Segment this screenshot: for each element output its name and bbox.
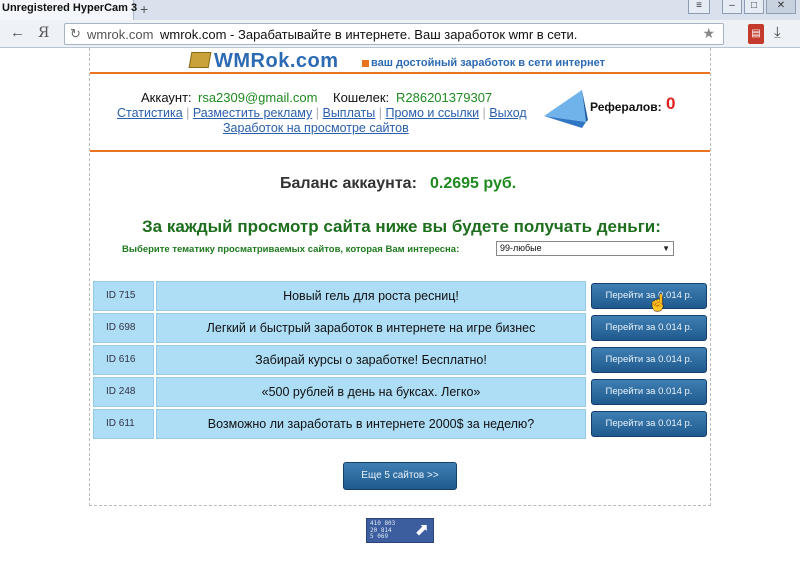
arrow-icon: ⬈ (414, 520, 429, 539)
theme-select[interactable]: 99-любые ▼ (496, 241, 674, 256)
site-row: ID 611 Возможно ли заработать в интернет… (93, 409, 707, 439)
site-title: Забирай курсы о заработке! Бесплатно! (156, 345, 586, 375)
account-links: Статистика | Разместить рекламу | Выплат… (117, 106, 527, 120)
browser-tab[interactable]: Unregistered HyperCam 3 (0, 0, 138, 20)
visit-button[interactable]: Перейти за 0.014 р. (591, 315, 707, 341)
back-arrow-icon[interactable]: ← (10, 24, 25, 41)
theme-label: Выберите тематику просматриваемых сайтов… (122, 244, 460, 255)
url-domain: wmrok.com (87, 27, 154, 42)
wallet-label: Кошелек: (333, 90, 390, 105)
link-logout[interactable]: Выход (489, 106, 526, 120)
download-icon[interactable]: ⤓ (774, 24, 781, 41)
referrals-label: Рефералов: (590, 100, 662, 114)
site-slogan: ваш достойный заработок в сети интернет (371, 57, 606, 69)
chevron-down-icon: ▼ (662, 244, 670, 253)
site-row: ID 248 «500 рублей в день на буксах. Лег… (93, 377, 707, 407)
site-title: «500 рублей в день на буксах. Легко» (156, 377, 586, 407)
hand-cursor-icon: ☝ (648, 295, 668, 312)
window-menu-button[interactable]: ≡ (688, 0, 710, 14)
wallet-value: R286201379307 (396, 90, 493, 105)
account-links-second: Заработок на просмотре сайтов (223, 121, 409, 135)
counter-values: 410 803 20 814 5 069 (370, 520, 395, 541)
wallet-logo-icon (188, 52, 212, 68)
visit-counter-badge[interactable]: 410 803 20 814 5 069 ⬈ (366, 518, 434, 543)
site-title: Легкий и быстрый заработок в интернете н… (156, 313, 586, 343)
site-id: ID 616 (93, 345, 154, 375)
link-promo[interactable]: Промо и ссылки (385, 106, 479, 120)
visit-button[interactable]: Перейти за 0.014 р. (591, 411, 707, 437)
close-icon[interactable]: ✕ (766, 0, 796, 14)
site-row: ID 698 Легкий и быстрый заработок в инте… (93, 313, 707, 343)
address-bar[interactable]: ↻ wmrok.com wmrok.com - Зарабатывайте в … (64, 23, 724, 45)
bookmark-star-icon[interactable]: ★ (702, 25, 715, 42)
site-id: ID 248 (93, 377, 154, 407)
new-tab-button[interactable]: + (140, 1, 148, 17)
link-payouts[interactable]: Выплаты (322, 106, 375, 120)
reload-icon[interactable]: ↻ (70, 26, 81, 42)
referrals-pyramid-icon (544, 90, 588, 128)
page-headline: За каждый просмотр сайта ниже вы будете … (142, 217, 661, 236)
visit-button[interactable]: Перейти за 0.014 р. (591, 379, 707, 405)
site-logo[interactable]: WMRok.com (214, 50, 339, 73)
referrals-value: 0 (666, 94, 676, 113)
counter-line: 5 069 (370, 533, 389, 540)
site-row: ID 616 Забирай курсы о заработке! Беспла… (93, 345, 707, 375)
account-label: Аккаунт: (141, 90, 192, 105)
site-id: ID 611 (93, 409, 154, 439)
visit-button[interactable]: Перейти за 0.014 р. (591, 347, 707, 373)
yandex-icon[interactable]: Я (38, 25, 49, 41)
url-page-title: wmrok.com - Зарабатывайте в интернете. В… (160, 27, 578, 42)
pdf-extension-icon[interactable]: ▤ (748, 24, 764, 44)
link-place-ads[interactable]: Разместить рекламу (193, 106, 312, 120)
maximize-icon[interactable]: □ (744, 0, 764, 14)
slogan-bullet-icon (362, 60, 369, 67)
link-earn-views[interactable]: Заработок на просмотре сайтов (223, 121, 409, 135)
navigation-bar: ← Я ↻ wmrok.com wmrok.com - Зарабатывайт… (0, 20, 800, 48)
site-row: ID 715 Новый гель для роста ресниц! Пере… (93, 281, 707, 311)
account-panel: Аккаунт: rsa2309@gmail.com Кошелек: R286… (90, 76, 710, 152)
theme-select-value: 99-любые (500, 243, 542, 253)
minimize-icon[interactable]: – (722, 0, 742, 14)
more-sites-button[interactable]: Еще 5 сайтов >> (343, 462, 457, 490)
title-bar: Unregistered HyperCam 3 + ≡ – □ ✕ (0, 0, 800, 20)
page-frame: WMRok.com ваш достойный заработок в сети… (89, 48, 711, 506)
site-id: ID 715 (93, 281, 154, 311)
site-title: Возможно ли заработать в интернете 2000$… (156, 409, 586, 439)
site-title: Новый гель для роста ресниц! (156, 281, 586, 311)
account-value: rsa2309@gmail.com (198, 90, 318, 105)
link-statistics[interactable]: Статистика (117, 106, 183, 120)
site-header: WMRok.com ваш достойный заработок в сети… (90, 48, 710, 74)
tab-title: Unregistered HyperCam 3 (2, 2, 138, 14)
site-id: ID 698 (93, 313, 154, 343)
balance-value: 0.2695 руб. (430, 175, 517, 192)
balance-label: Баланс аккаунта: (280, 175, 417, 192)
